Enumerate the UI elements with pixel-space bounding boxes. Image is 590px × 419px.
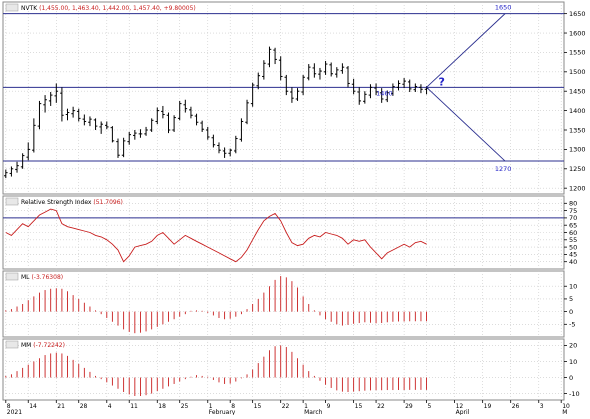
x-tick-label: 15 — [355, 403, 363, 410]
y-tick-label: 20 — [569, 342, 577, 350]
panel-header-icon — [5, 340, 19, 349]
panel-header: MM (-7.72242) — [5, 340, 65, 349]
x-tick-label: 15 — [254, 403, 262, 410]
panel-header: Relative Strength Index (51.7096) — [5, 197, 123, 206]
y-tick-label: 1400 — [569, 107, 586, 115]
x-tick-label: 18 — [158, 403, 166, 410]
y-tick-label: 0 — [569, 374, 573, 382]
x-tick-label: 22 — [377, 403, 385, 410]
y-tick-label: -10 — [569, 390, 580, 398]
y-tick-label: 1350 — [569, 126, 586, 134]
y-tick-label: 40 — [569, 258, 577, 266]
y-tick-label: 0 — [569, 308, 573, 316]
x-tick-label: 28 — [80, 403, 88, 410]
x-tick-label: 14 — [29, 403, 37, 410]
panel-header-label: MM (-7.72242) — [21, 342, 65, 349]
stock-chart: 1200125013001350140014501500155016001650… — [0, 0, 590, 416]
panel-header-label: ML (-3.76308) — [21, 274, 63, 281]
y-tick-label: 1650 — [569, 10, 586, 18]
x-tick-label: 25 — [181, 403, 189, 410]
y-tick-label: 5 — [569, 295, 573, 303]
y-tick-label: 1500 — [569, 68, 586, 76]
panel-header-icon — [5, 197, 19, 206]
x-tick-label: 29 — [405, 403, 413, 410]
chart-window: 1200 1250 1300 1350 1400 1450 1500 1550 1600 1650… — [0, 0, 590, 416]
y-tick-label: 80 — [569, 200, 577, 208]
y-tick-label: 1450 — [569, 88, 586, 96]
x-tick-label: 9 — [327, 403, 331, 410]
panel-frame — [2, 338, 565, 401]
level-label: 1460 — [376, 89, 393, 97]
y-tick-label: 55 — [569, 236, 577, 244]
y-tick-label: 10 — [569, 358, 577, 366]
x-tick-label: 22 — [282, 403, 290, 410]
y-tick-label: 45 — [569, 251, 577, 259]
y-tick-label: 1250 — [569, 165, 586, 173]
panel-frame — [2, 1, 565, 195]
y-tick-label: 50 — [569, 243, 577, 251]
x-tick-label: 19 — [484, 403, 492, 410]
x-month-label: April — [456, 409, 470, 415]
x-tick-label: 4 — [108, 403, 112, 410]
x-tick-label: 11 — [130, 403, 138, 410]
panel-header-label: Relative Strength Index (51.7096) — [21, 199, 123, 206]
y-tick-label: 1300 — [569, 146, 586, 154]
projection-target-up-label: 1650 — [495, 4, 512, 12]
panel-header-label: NVTK (1,455.00, 1,463.40, 1,442.00, 1,45… — [21, 5, 196, 12]
y-tick-label: 60 — [569, 229, 577, 237]
projection-target-down-label: 1270 — [495, 165, 512, 173]
y-tick-label: 1200 — [569, 184, 586, 192]
panel-3: -5 0 5 10 ML (-3.76308) — [2, 270, 577, 338]
panel-1: 1200 1250 1300 1350 1400 1450 1500 1550 1600 1650… — [2, 1, 586, 195]
y-tick-label: 75 — [569, 207, 577, 215]
y-tick-label: 70 — [569, 214, 577, 222]
y-tick-label: 1600 — [569, 29, 586, 37]
x-tick-label: 21 — [57, 403, 65, 410]
x-tick-label: 3 — [540, 403, 544, 410]
y-tick-label: 10 — [569, 283, 577, 291]
y-tick-label: 1550 — [569, 49, 586, 57]
projection-question-mark: ? — [439, 75, 445, 88]
panel-header-icon — [5, 272, 19, 281]
panel-4: -10 0 10 20 MM (-7.72242) — [2, 338, 580, 401]
panel-header: ML (-3.76308) — [5, 272, 63, 281]
x-month-label: February — [209, 409, 236, 415]
y-tick-label: -5 — [569, 321, 575, 329]
panel-frame — [2, 270, 565, 338]
x-month-label: M — [562, 409, 567, 415]
x-tick-label: 26 — [512, 403, 520, 410]
x-month-label: March — [304, 409, 322, 415]
panel-header: NVTK (1,455.00, 1,463.40, 1,442.00, 1,45… — [5, 3, 196, 12]
x-month-label: 2021 — [7, 409, 22, 415]
panel-2: 404550556065707580 Relative Strength Inde… — [2, 195, 577, 270]
y-tick-label: 65 — [569, 222, 577, 230]
x-tick-label: 5 — [428, 403, 432, 410]
panel-header-icon — [5, 3, 19, 12]
